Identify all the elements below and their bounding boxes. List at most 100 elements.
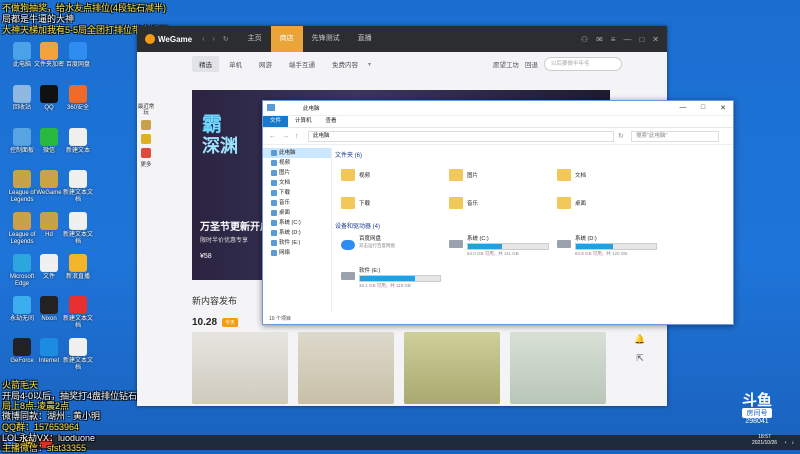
- wegame-search-input[interactable]: 以后要做半年毛: [544, 57, 622, 71]
- nav-item[interactable]: 文档: [263, 178, 331, 188]
- message-icon[interactable]: ✉: [596, 35, 603, 44]
- folders-group-header[interactable]: 文件夹 (6): [335, 150, 727, 159]
- refresh-icon[interactable]: ↻: [618, 132, 627, 140]
- bell-icon[interactable]: 🔔: [633, 334, 647, 348]
- game-icon[interactable]: [141, 148, 151, 158]
- ribbon-tab-file[interactable]: 文件: [263, 116, 289, 127]
- forward-arrow-icon[interactable]: →: [282, 133, 291, 140]
- minimize-icon[interactable]: —: [673, 104, 693, 112]
- game-icon[interactable]: [141, 134, 151, 144]
- lol-game-icon[interactable]: [141, 120, 151, 130]
- taskbar-clock[interactable]: 18:57 2021/10/26: [752, 434, 777, 446]
- desktop-icon[interactable]: 新浪直播: [62, 254, 94, 281]
- desktop-icon[interactable]: 新建文本文档: [62, 212, 94, 246]
- maximize-icon[interactable]: □: [693, 104, 713, 112]
- volume-icon[interactable]: ♪: [792, 440, 795, 446]
- nav-item[interactable]: 此电脑: [263, 148, 331, 158]
- desktop-icon[interactable]: 百度网盘: [62, 42, 94, 69]
- nav-item[interactable]: 音乐: [263, 198, 331, 208]
- drive-item[interactable]: 系统 (D:) 64.8 GB 可用，共 120 GB: [557, 234, 665, 258]
- nav-item[interactable]: 图片: [263, 168, 331, 178]
- wegame-logo[interactable]: WeGame: [145, 34, 192, 44]
- subnav-online[interactable]: 网游: [252, 56, 279, 72]
- refresh-icon[interactable]: ↻: [223, 35, 229, 43]
- desktop-icon[interactable]: Hd: [33, 212, 65, 239]
- desktop-icon-label: 新建文本文档: [62, 232, 93, 245]
- nav-item[interactable]: 网络: [263, 248, 331, 258]
- wegame-tab-live[interactable]: 直播: [349, 26, 381, 52]
- drive-item[interactable]: 百度网盘 双击运行百度网盘: [341, 234, 449, 258]
- desktop-icon[interactable]: 文件夹加密: [33, 42, 65, 69]
- forward-arrow-icon[interactable]: ›: [212, 36, 214, 43]
- folder-item[interactable]: 下载: [341, 193, 449, 213]
- content-card[interactable]: [510, 332, 606, 404]
- desktop-icon[interactable]: Internet: [33, 338, 65, 365]
- sidebar-more-label[interactable]: 更多: [137, 162, 155, 168]
- nav-item[interactable]: 视频: [263, 158, 331, 168]
- nav-item[interactable]: 软件 (E:): [263, 238, 331, 248]
- content-card[interactable]: [298, 332, 394, 404]
- close-icon[interactable]: ✕: [652, 35, 659, 44]
- desktop-icon[interactable]: 新建文本文档: [62, 170, 94, 204]
- drive-item[interactable]: 系统 (C:) 64.0 GB 可用，共 111 GB: [449, 234, 557, 258]
- folder-item[interactable]: 音乐: [449, 193, 557, 213]
- folder-item[interactable]: 图片: [449, 165, 557, 185]
- maximize-icon[interactable]: □: [639, 35, 644, 44]
- content-card[interactable]: [404, 332, 500, 404]
- ribbon-tab-computer[interactable]: 计算机: [288, 116, 319, 127]
- ribbon-tab-view[interactable]: 查看: [319, 116, 344, 127]
- subnav-featured[interactable]: 精选: [192, 56, 219, 72]
- desktop-icon[interactable]: WeGame: [33, 170, 65, 197]
- subnav-free[interactable]: 免费内容: [325, 56, 365, 72]
- explorer-window-controls: — □ ✕: [673, 104, 733, 112]
- wegame-logo-text: WeGame: [158, 34, 193, 44]
- up-arrow-icon[interactable]: ↑: [295, 133, 304, 140]
- subnav-crossplay[interactable]: 端手互通: [282, 56, 322, 72]
- nav-item[interactable]: 系统 (C:): [263, 218, 331, 228]
- back-link[interactable]: 回退: [525, 59, 538, 69]
- nav-item[interactable]: 桌面: [263, 208, 331, 218]
- desktop-icon[interactable]: 微信: [33, 128, 65, 155]
- minimize-icon[interactable]: —: [623, 35, 631, 44]
- desktop-icon[interactable]: 文件: [33, 254, 65, 281]
- friends-icon[interactable]: ⚇: [581, 35, 588, 44]
- folder-item[interactable]: 视频: [341, 165, 449, 185]
- desktop-icon[interactable]: 360安全: [62, 85, 94, 112]
- drive-item[interactable]: 软件 (E:) 36.1 GB 可用，共 118 GB: [341, 266, 449, 290]
- folder-item[interactable]: 桌面: [557, 193, 665, 213]
- desktop-icon[interactable]: 新建文本文档: [62, 338, 94, 372]
- app-icon: [40, 128, 58, 146]
- drive-usage-fill: [576, 244, 613, 249]
- desktop-icon[interactable]: QQ: [33, 85, 65, 112]
- folder-label: 音乐: [467, 201, 479, 207]
- address-path[interactable]: 此电脑: [308, 130, 614, 142]
- back-arrow-icon[interactable]: ‹: [202, 36, 204, 43]
- wishlist-link[interactable]: 愿望工坊: [493, 59, 519, 69]
- wegame-tab-home[interactable]: 主页: [239, 26, 271, 52]
- menu-icon[interactable]: ≡: [611, 35, 616, 44]
- back-arrow-icon[interactable]: ←: [269, 133, 278, 140]
- wegame-tab-store[interactable]: 商店: [270, 26, 303, 52]
- drive-capacity: 双击运行百度网盘: [359, 243, 395, 248]
- today-badge: 今天: [222, 318, 239, 327]
- share-icon[interactable]: ⇱: [633, 353, 647, 367]
- nav-item[interactable]: 下载: [263, 188, 331, 198]
- desktop-icon[interactable]: Nixon: [33, 296, 65, 323]
- wegame-sidebar: 最近常玩 更多: [137, 104, 155, 168]
- content-card[interactable]: [192, 332, 288, 404]
- network-icon[interactable]: ◔: [783, 440, 786, 446]
- room-label: 房间号: [742, 408, 773, 418]
- folder-icon: [341, 169, 355, 181]
- nav-item[interactable]: 系统 (D:): [263, 228, 331, 238]
- folder-item[interactable]: 文档: [557, 165, 665, 185]
- wegame-tab-pioneer[interactable]: 先锋测试: [303, 26, 349, 52]
- devices-group-header[interactable]: 设备和驱动器 (4): [335, 221, 727, 230]
- close-icon[interactable]: ✕: [713, 104, 733, 112]
- folders-grid: 视频 图片 文档下载 音乐 桌面: [341, 165, 727, 213]
- explorer-search-input[interactable]: 搜索"此电脑": [631, 130, 719, 142]
- subnav-single[interactable]: 单机: [222, 56, 249, 72]
- drive-name: 百度网盘: [359, 236, 382, 242]
- desktop-icon[interactable]: 新建文本文档: [62, 296, 94, 330]
- drive-usage-bar: [359, 275, 441, 282]
- desktop-icon[interactable]: 新建文本: [62, 128, 94, 155]
